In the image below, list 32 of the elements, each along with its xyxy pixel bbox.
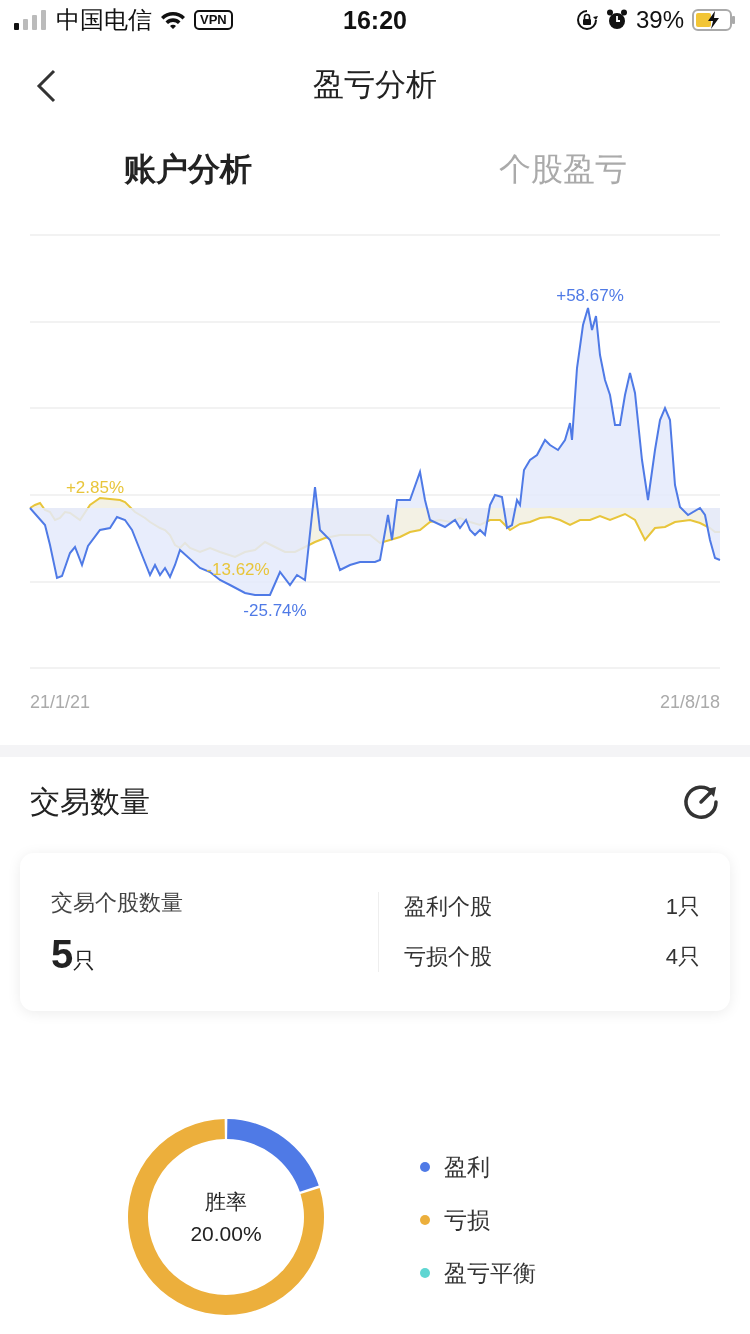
legend-label: 盈亏平衡 — [444, 1258, 536, 1288]
end-date: 21/8/18 — [659, 692, 720, 713]
wifi-icon — [160, 10, 186, 30]
win-rate-value: 20.00% — [190, 1222, 262, 1246]
legend-label: 亏损 — [444, 1205, 490, 1235]
return-label: -25.74% — [243, 601, 307, 621]
clock-time: 16:20 — [343, 5, 407, 35]
section-title: 交易数量 — [30, 783, 150, 820]
stock-type-label: 亏损个股 — [404, 943, 492, 971]
return-label: +2.85% — [65, 478, 125, 498]
carrier-name: 中国电信 — [56, 5, 152, 35]
return-label: +58.67% — [556, 286, 624, 306]
battery-percent: 39% — [635, 6, 684, 34]
total-label: 交易个股数量 — [51, 888, 184, 917]
vpn-badge: VPN — [194, 10, 233, 30]
count-unit: 只 — [73, 947, 96, 975]
total-count: 5 — [51, 931, 74, 977]
legend-label: 盈利 — [444, 1152, 490, 1182]
rotation-lock-icon — [575, 9, 598, 31]
win-rate-label: 胜率 — [205, 1189, 247, 1215]
stock-type-label: 盈利个股 — [404, 893, 492, 921]
stock-count: 4只 — [665, 943, 700, 971]
page-title: 盈亏分析 — [313, 66, 437, 104]
signal-icon — [14, 10, 48, 30]
refresh-icon[interactable] — [682, 783, 720, 821]
return-label: -13.62% — [206, 560, 270, 580]
alarm-icon — [605, 9, 628, 31]
stock-count: 1只 — [665, 893, 700, 921]
back-icon[interactable] — [34, 69, 58, 103]
battery-charging-icon — [692, 9, 736, 31]
tab[interactable]: 账户分析 — [0, 148, 375, 192]
start-date: 21/1/21 — [30, 692, 91, 713]
